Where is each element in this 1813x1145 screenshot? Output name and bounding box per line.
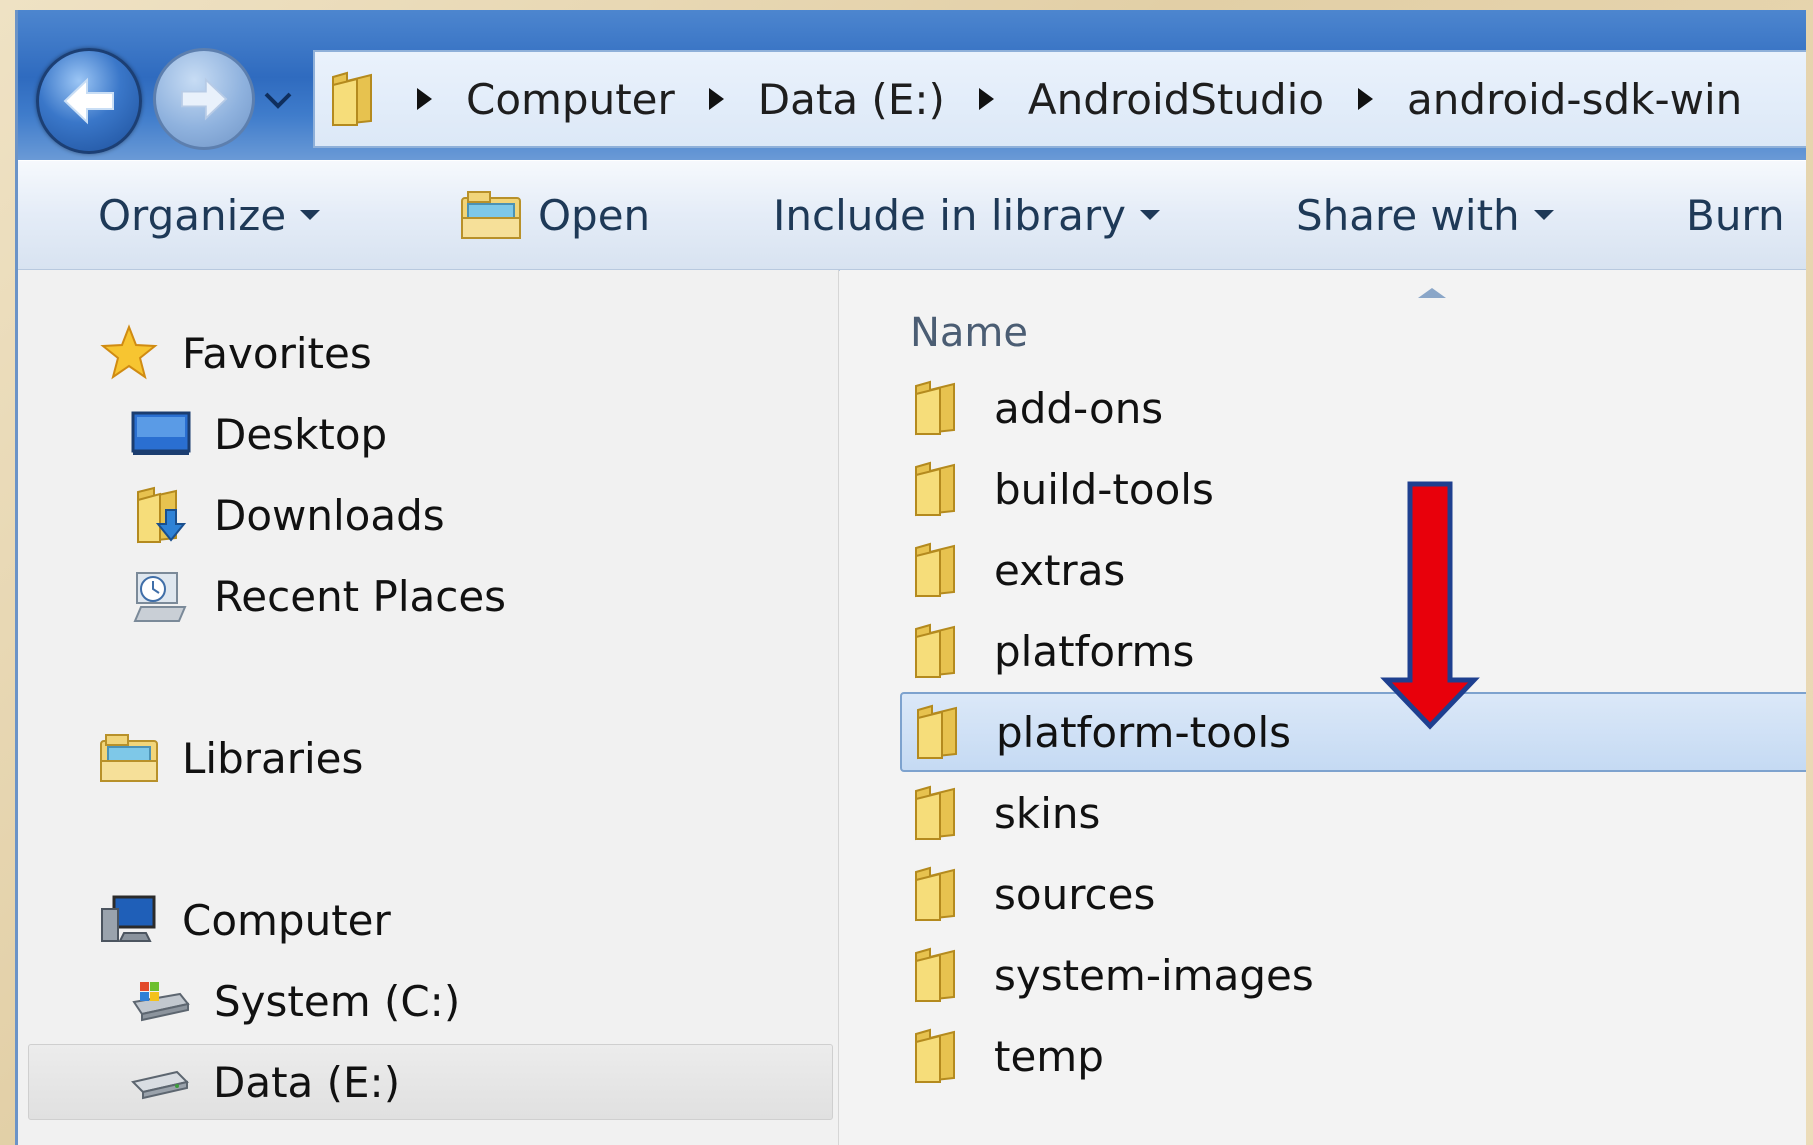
- command-bar: Organize Open Include in library Share w…: [18, 160, 1806, 271]
- nav-favorites-label: Favorites: [182, 328, 372, 378]
- caret-down-icon: [1533, 210, 1554, 220]
- nav-recent-places-label: Recent Places: [214, 571, 507, 621]
- nav-system-c[interactable]: System (C:): [130, 963, 460, 1039]
- nav-data-e[interactable]: Data (E:): [28, 1044, 833, 1120]
- file-list-pane: Name add-ons build-tools extras platform…: [840, 270, 1806, 1145]
- forward-arrow-icon: [181, 77, 228, 121]
- include-in-library-button[interactable]: Include in library: [773, 161, 1161, 269]
- recent-places-icon: [130, 565, 192, 627]
- address-bar[interactable]: Computer Data (E:) AndroidStudio android…: [313, 50, 1806, 148]
- back-button[interactable]: [36, 48, 142, 154]
- explorer-window: Computer Data (E:) AndroidStudio android…: [15, 10, 1806, 1145]
- file-row-skins[interactable]: skins: [900, 775, 1806, 851]
- include-in-library-label: Include in library: [773, 190, 1127, 240]
- breadcrumb-android-sdk[interactable]: android-sdk-win: [1407, 75, 1742, 124]
- burn-label: Burn: [1686, 190, 1785, 240]
- file-row-platforms[interactable]: platforms: [900, 613, 1806, 689]
- computer-icon: [98, 889, 160, 951]
- file-row-system-images[interactable]: system-images: [900, 937, 1806, 1013]
- nav-downloads-label: Downloads: [214, 490, 445, 540]
- caret-down-icon: [1140, 210, 1161, 220]
- breadcrumb-arrow-icon[interactable]: [1358, 88, 1374, 110]
- red-arrow-annotation-icon: [1380, 480, 1480, 734]
- file-row-sources[interactable]: sources: [900, 856, 1806, 932]
- file-name: extras: [994, 545, 1126, 595]
- breadcrumb-data-e[interactable]: Data (E:): [758, 75, 945, 124]
- star-icon: [98, 322, 160, 384]
- file-name: temp: [994, 1031, 1104, 1081]
- file-name: system-images: [994, 950, 1314, 1000]
- drive-icon: [129, 1051, 191, 1113]
- nav-data-e-label: Data (E:): [213, 1057, 401, 1107]
- file-row-add-ons[interactable]: add-ons: [900, 370, 1806, 446]
- file-row-extras[interactable]: extras: [900, 532, 1806, 608]
- file-name: build-tools: [994, 464, 1214, 514]
- folder-icon: [910, 945, 968, 1005]
- file-name: skins: [994, 788, 1101, 838]
- folder-icon: [910, 783, 968, 843]
- nav-recent-places[interactable]: Recent Places: [130, 558, 506, 634]
- folder-icon: [912, 702, 970, 762]
- breadcrumb-arrow-icon[interactable]: [978, 88, 994, 110]
- libraries-icon: [98, 727, 160, 789]
- folder-icon: [910, 540, 968, 600]
- share-with-label: Share with: [1296, 190, 1520, 240]
- share-with-button[interactable]: Share with: [1296, 161, 1554, 269]
- file-name: sources: [994, 869, 1156, 919]
- folder-icon: [910, 378, 968, 438]
- open-label: Open: [538, 190, 651, 240]
- back-arrow-icon: [63, 77, 114, 125]
- organize-button[interactable]: Organize: [98, 161, 321, 269]
- folder-icon: [910, 459, 968, 519]
- breadcrumb-arrow-icon[interactable]: [708, 88, 724, 110]
- nav-favorites[interactable]: Favorites: [98, 315, 372, 391]
- navigation-pane: Favorites Desktop Downloads Recent Place…: [18, 270, 839, 1145]
- nav-desktop[interactable]: Desktop: [130, 396, 387, 472]
- file-row-platform-tools[interactable]: platform-tools: [900, 692, 1806, 772]
- breadcrumb-computer[interactable]: Computer: [466, 75, 675, 124]
- nav-libraries-label: Libraries: [182, 733, 364, 783]
- folder-icon: [910, 621, 968, 681]
- title-bar: Computer Data (E:) AndroidStudio android…: [18, 10, 1806, 160]
- sort-ascending-icon: [1418, 288, 1446, 298]
- recent-locations-button[interactable]: [263, 85, 293, 115]
- open-button[interactable]: Open: [458, 161, 650, 269]
- nav-libraries[interactable]: Libraries: [98, 720, 363, 796]
- system-drive-icon: [130, 970, 192, 1032]
- forward-button[interactable]: [153, 48, 255, 150]
- breadcrumb-androidstudio[interactable]: AndroidStudio: [1028, 75, 1324, 124]
- file-name: add-ons: [994, 383, 1164, 433]
- nav-system-c-label: System (C:): [214, 976, 461, 1026]
- desktop-icon: [130, 403, 192, 465]
- nav-desktop-label: Desktop: [214, 409, 388, 459]
- downloads-icon: [130, 484, 192, 546]
- breadcrumb: Computer Data (E:) AndroidStudio android…: [417, 75, 1776, 124]
- file-row-temp[interactable]: temp: [900, 1018, 1806, 1094]
- caret-down-icon: [300, 210, 321, 220]
- burn-button[interactable]: Burn: [1686, 161, 1785, 269]
- breadcrumb-arrow-icon[interactable]: [417, 88, 432, 110]
- nav-downloads[interactable]: Downloads: [130, 477, 445, 553]
- column-header-name[interactable]: Name: [910, 310, 1028, 356]
- file-row-build-tools[interactable]: build-tools: [900, 451, 1806, 527]
- nav-computer-label: Computer: [182, 895, 391, 945]
- folder-icon: [910, 864, 968, 924]
- folder-icon: [910, 1026, 968, 1086]
- open-folder-icon: [458, 188, 524, 242]
- nav-computer[interactable]: Computer: [98, 882, 391, 958]
- organize-label: Organize: [98, 190, 287, 240]
- chevron-down-icon: [264, 92, 292, 109]
- file-name: platform-tools: [996, 707, 1292, 757]
- folder-icon: [327, 71, 377, 127]
- file-name: platforms: [994, 626, 1195, 676]
